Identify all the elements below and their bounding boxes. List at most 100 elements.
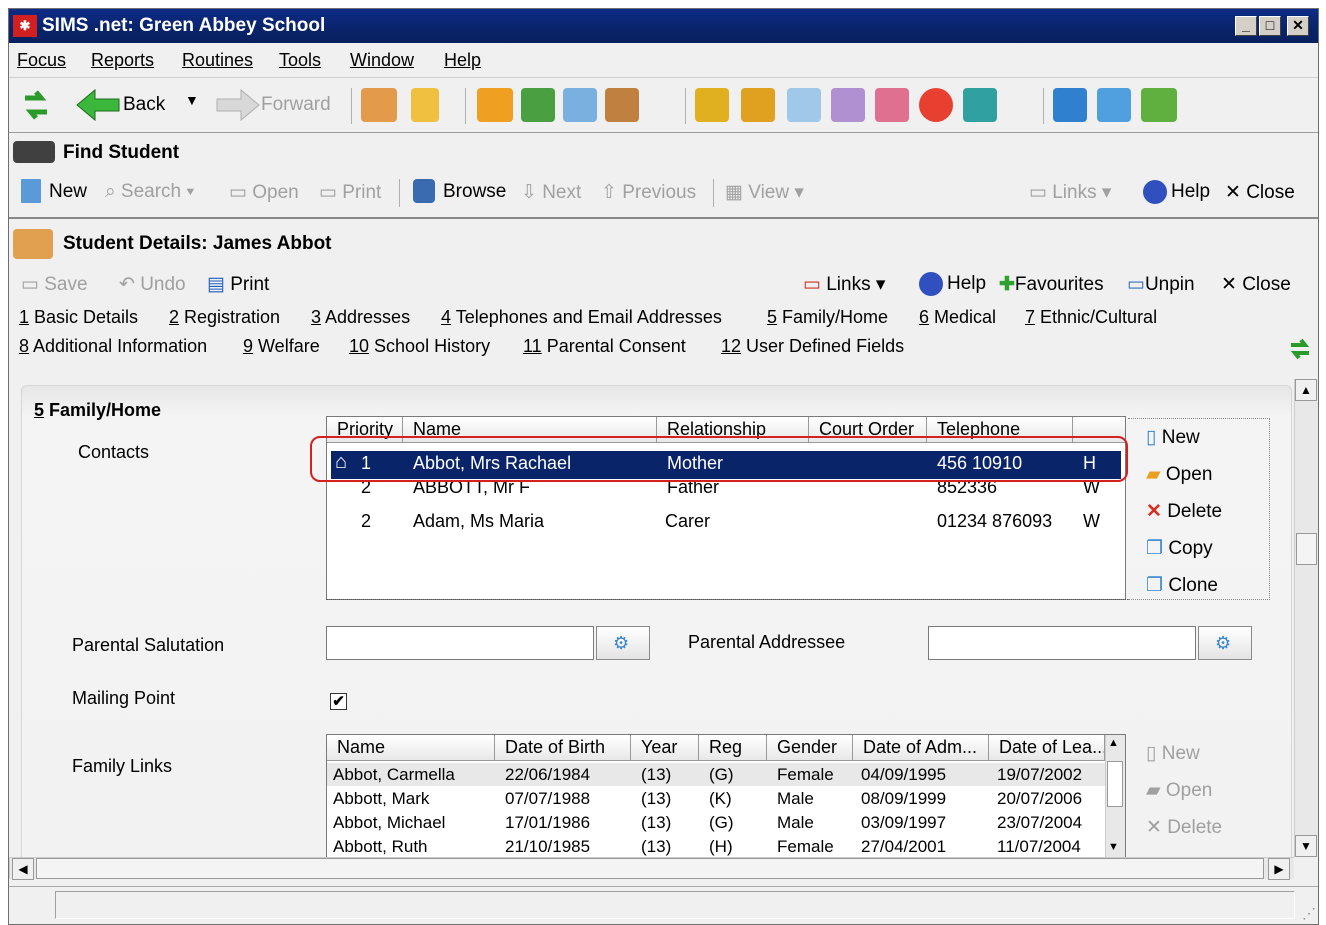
- links-button[interactable]: ▭ Links ▾: [803, 273, 885, 296]
- tab-telephones[interactable]: 4 Telephones and Email Addresses: [441, 307, 722, 328]
- find-browse-button[interactable]: Browse: [443, 181, 506, 203]
- tab-basic-details[interactable]: 1 Basic Details: [19, 307, 138, 328]
- staff-icon[interactable]: [605, 88, 639, 122]
- contact-copy-button[interactable]: ❐ Copy: [1146, 537, 1213, 560]
- find-links-button[interactable]: ▭ Links ▾: [1029, 181, 1111, 204]
- parental-salutation-input[interactable]: [326, 626, 594, 660]
- menu-reports[interactable]: Reports: [91, 50, 154, 71]
- menu-focus[interactable]: Focus: [17, 50, 66, 71]
- marksheet-icon[interactable]: [741, 88, 775, 122]
- forward-button[interactable]: Forward: [261, 94, 331, 116]
- tab-family-home[interactable]: 5 Family/Home: [767, 307, 888, 328]
- table-row[interactable]: Abbott, Ruth 21/10/1985 (13) (H) Female …: [327, 835, 1105, 858]
- report-icon[interactable]: [787, 88, 821, 122]
- flags-icon[interactable]: [521, 88, 555, 122]
- tab-user-defined-fields[interactable]: 12 User Defined Fields: [721, 336, 904, 357]
- table-row[interactable]: 2 Adam, Ms Maria Carer 01234 876093 W: [327, 509, 1125, 537]
- menu-help[interactable]: Help: [444, 50, 481, 71]
- parental-addressee-input[interactable]: [928, 626, 1196, 660]
- contact-clone-button[interactable]: ❐ Clone: [1146, 574, 1218, 597]
- table-row[interactable]: Abbot, Michael 17/01/1986 (13) (G) Male …: [327, 811, 1105, 834]
- scroll-up-icon[interactable]: ▲: [1295, 379, 1317, 401]
- switch-arrows-icon[interactable]: [1289, 337, 1311, 361]
- globe-icon[interactable]: [1097, 88, 1131, 122]
- scrollbar-thumb[interactable]: [1296, 533, 1317, 565]
- find-close-button[interactable]: ✕ Close: [1225, 181, 1295, 204]
- contact-new-button[interactable]: ▯ New: [1146, 426, 1200, 449]
- network-icon[interactable]: [1053, 88, 1087, 122]
- find-search-button[interactable]: ⌕ Search ▾: [105, 181, 194, 203]
- family-delete-button[interactable]: ✕ Delete: [1146, 816, 1222, 839]
- person-icon[interactable]: [411, 88, 439, 122]
- assessment-icon[interactable]: [695, 88, 729, 122]
- family-new-button[interactable]: ▯ New: [1146, 742, 1200, 765]
- tab-addresses[interactable]: 3 Addresses: [311, 307, 410, 328]
- tab-welfare[interactable]: 9 Welfare: [243, 336, 320, 357]
- column-header[interactable]: Year: [631, 735, 699, 761]
- tab-additional-information[interactable]: 8 Additional Information: [19, 336, 207, 357]
- switch-arrows-icon[interactable]: [21, 88, 51, 122]
- contact-delete-button[interactable]: ✕ Delete: [1146, 500, 1222, 523]
- menu-routines[interactable]: Routines: [182, 50, 253, 71]
- back-arrow-icon[interactable]: [75, 88, 121, 122]
- scroll-down-icon[interactable]: ▼: [1108, 841, 1119, 853]
- table-row[interactable]: Abbot, Carmella 22/06/1984 (13) (G) Fema…: [327, 763, 1105, 786]
- table-row[interactable]: 2 ABBOTT, Mr F Father 852336 W: [327, 481, 1125, 503]
- contact-open-button[interactable]: ▰ Open: [1146, 463, 1212, 486]
- scroll-left-icon[interactable]: ◀: [12, 858, 34, 880]
- resize-grip-icon[interactable]: ⋰: [1302, 905, 1316, 922]
- help-button[interactable]: Help: [947, 273, 986, 295]
- back-dropdown-icon[interactable]: ▼: [185, 92, 199, 108]
- user-settings-icon[interactable]: [875, 88, 909, 122]
- scrollbar-thumb[interactable]: [36, 858, 1264, 879]
- horizontal-scrollbar[interactable]: ◀ ▶: [9, 857, 1294, 880]
- salutation-generate-button[interactable]: ⚙: [596, 626, 650, 660]
- print-button[interactable]: ▤ Print: [207, 273, 269, 296]
- column-header[interactable]: Date of Lea...: [989, 735, 1105, 761]
- find-new-button[interactable]: New: [49, 181, 87, 203]
- favourites-button[interactable]: ✚Favourites: [999, 273, 1104, 296]
- find-view-button[interactable]: ▦ View ▾: [725, 181, 804, 204]
- find-open-button[interactable]: ▭ Open: [229, 181, 299, 204]
- column-header[interactable]: Date of Adm...: [853, 735, 989, 761]
- back-button[interactable]: Back: [123, 94, 165, 116]
- scroll-right-icon[interactable]: ▶: [1268, 858, 1290, 880]
- table-row[interactable]: Abbott, Mark 07/07/1988 (13) (K) Male 08…: [327, 787, 1105, 810]
- menu-tools[interactable]: Tools: [279, 50, 321, 71]
- tab-school-history[interactable]: 10 School History: [349, 336, 490, 357]
- transfer-icon[interactable]: [963, 88, 997, 122]
- undo-button[interactable]: ↶ Undo: [119, 273, 186, 296]
- scroll-up-icon[interactable]: ▲: [1108, 737, 1119, 749]
- tab-ethnic-cultural[interactable]: 7 Ethnic/Cultural: [1025, 307, 1157, 328]
- tab-registration[interactable]: 2 Registration: [169, 307, 280, 328]
- addressee-generate-button[interactable]: ⚙: [1198, 626, 1252, 660]
- students-icon[interactable]: [361, 88, 397, 122]
- close-window-button[interactable]: ✕: [1287, 16, 1309, 36]
- column-header[interactable]: Gender: [767, 735, 853, 761]
- vertical-scrollbar[interactable]: ▲ ▼: [1294, 379, 1318, 857]
- save-button[interactable]: ▭ Save: [21, 273, 88, 296]
- book-icon[interactable]: [477, 88, 513, 122]
- maximize-button[interactable]: □: [1259, 16, 1281, 36]
- scroll-down-icon[interactable]: ▼: [1295, 835, 1317, 857]
- scrollbar-thumb[interactable]: [1107, 761, 1123, 807]
- tab-medical[interactable]: 6 Medical: [919, 307, 996, 328]
- family-links-scrollbar[interactable]: ▲ ▼: [1105, 735, 1125, 859]
- column-header[interactable]: Name: [327, 735, 495, 761]
- find-previous-button[interactable]: ⇧ Previous: [601, 181, 696, 204]
- find-help-button[interactable]: Help: [1171, 181, 1210, 203]
- edit-document-icon[interactable]: [831, 88, 865, 122]
- messages-icon[interactable]: [563, 88, 597, 122]
- clock-icon[interactable]: [919, 88, 953, 122]
- close-button[interactable]: ✕ Close: [1221, 273, 1291, 296]
- family-open-button[interactable]: ▰ Open: [1146, 779, 1212, 802]
- mailing-point-checkbox[interactable]: ✔: [330, 693, 347, 710]
- column-header[interactable]: Date of Birth: [495, 735, 631, 761]
- unpin-button[interactable]: ▭Unpin: [1127, 273, 1195, 296]
- find-print-button[interactable]: ▭ Print: [319, 181, 381, 204]
- find-next-button[interactable]: ⇩ Next: [521, 181, 581, 204]
- exchange-icon[interactable]: [1141, 88, 1177, 122]
- column-header[interactable]: Reg: [699, 735, 767, 761]
- menu-window[interactable]: Window: [350, 50, 414, 71]
- tab-parental-consent[interactable]: 11 Parental Consent: [523, 336, 686, 357]
